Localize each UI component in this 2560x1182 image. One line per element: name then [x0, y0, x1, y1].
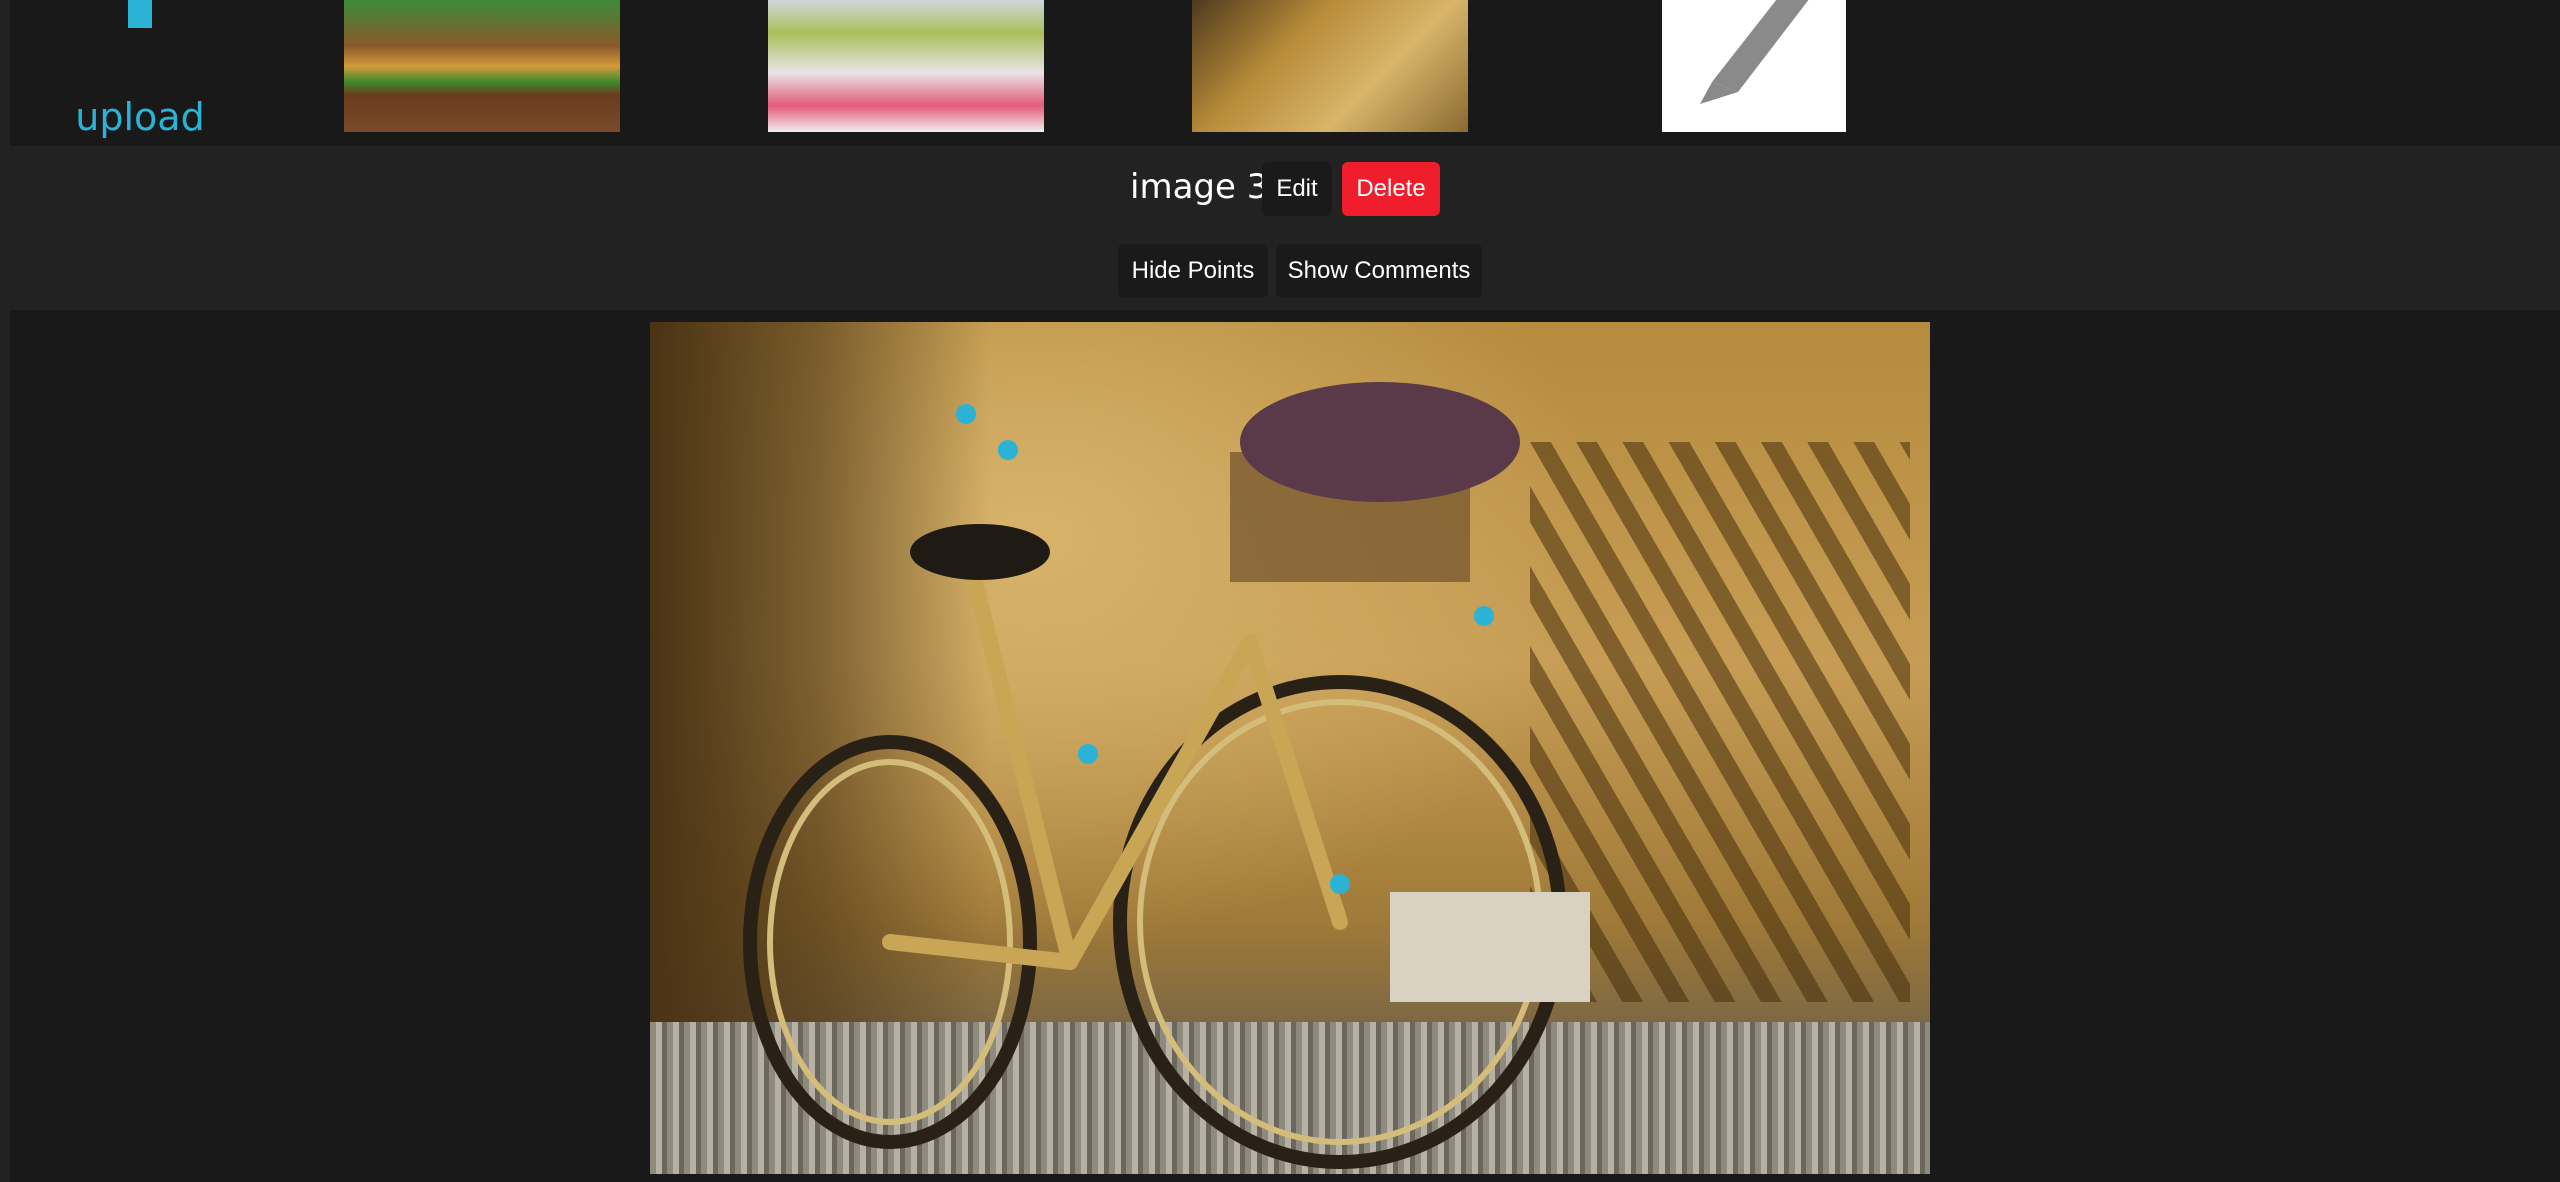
annotation-point[interactable]: [1474, 606, 1494, 626]
upload-label: upload: [75, 95, 205, 139]
thumbnail-edit[interactable]: [1662, 0, 1846, 132]
edit-button[interactable]: Edit: [1262, 162, 1332, 216]
show-comments-button[interactable]: Show Comments: [1276, 244, 1482, 298]
annotation-point[interactable]: [1330, 874, 1350, 894]
upload-button[interactable]: upload: [60, 0, 220, 146]
upload-icon: [128, 0, 152, 28]
delete-button[interactable]: Delete: [1342, 162, 1440, 216]
annotated-image[interactable]: [650, 322, 1930, 1174]
thumbnail-bicycle[interactable]: [1192, 0, 1468, 132]
thumbnail-breakfast[interactable]: [768, 0, 1044, 132]
hide-points-button[interactable]: Hide Points: [1118, 244, 1268, 298]
image-title: image 3: [1130, 167, 1269, 207]
annotation-point[interactable]: [956, 404, 976, 424]
bicycle-illustration: [743, 382, 1590, 1169]
annotation-point[interactable]: [1078, 744, 1098, 764]
thumbnail-burger[interactable]: [344, 0, 620, 132]
annotation-point[interactable]: [998, 440, 1018, 460]
pencil-icon: [1700, 0, 1809, 104]
